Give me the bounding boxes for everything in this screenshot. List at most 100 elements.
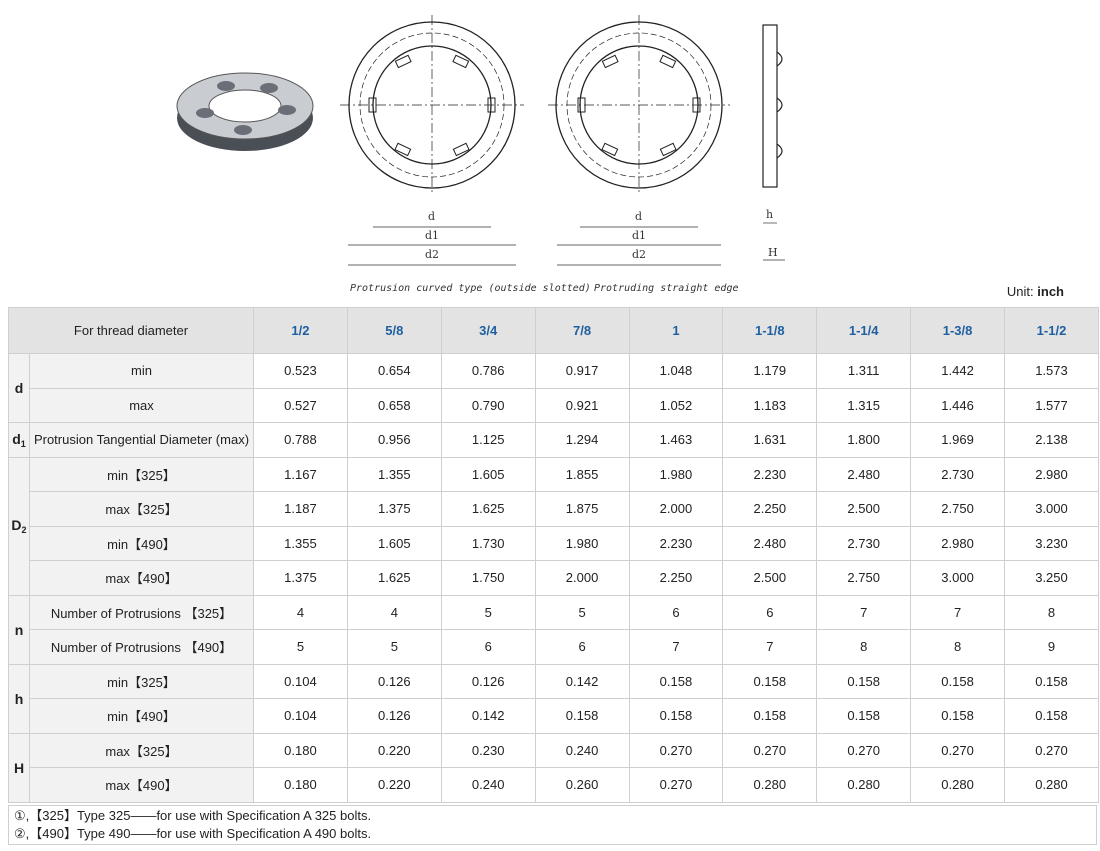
- value-cell: 0.523: [253, 353, 348, 389]
- value-cell: 0.280: [1004, 767, 1099, 803]
- value-cell: 8: [1004, 594, 1099, 630]
- row-label: min【325】: [29, 456, 254, 492]
- row-label: min: [29, 353, 254, 389]
- value-cell: 8: [816, 629, 912, 665]
- table-row: n Number of Protrusions 【325】 4 4 5 5 6 6 7 7 8: [8, 594, 1099, 665]
- table-row: min【490】 0.104 0.126 0.142 0.158 0.158 0.158 0.…: [9, 698, 1099, 734]
- caption-straight-type: Protruding straight edge: [594, 283, 739, 294]
- value-cell: 2.250: [722, 491, 818, 527]
- value-cell: 0.230: [440, 732, 536, 768]
- value-cell: 0.270: [628, 732, 724, 768]
- symbol-subscript: 2: [21, 525, 27, 535]
- value-cell: 1.625: [440, 491, 536, 527]
- value-cell: 0.260: [534, 767, 630, 803]
- dim-d1-label: d1: [425, 229, 439, 242]
- value-cell: 2.730: [816, 525, 912, 561]
- value-cell: 0.104: [253, 663, 348, 699]
- straight-type-front-view: [548, 15, 730, 195]
- value-cell: 5: [534, 594, 630, 630]
- table-row: max【325】 1.187 1.375 1.625 1.875 2.000 2.250 2.…: [9, 491, 1099, 527]
- value-cell: 1.980: [628, 456, 724, 492]
- value-cell: 1.183: [722, 387, 818, 423]
- table-row: max【490】 0.180 0.220 0.240 0.260 0.270 0.280 0.…: [9, 767, 1099, 803]
- value-cell: 1.969: [910, 422, 1005, 458]
- value-cell: 0.158: [816, 698, 912, 734]
- value-cell: 1.573: [1004, 353, 1099, 389]
- value-cell: 5: [346, 629, 442, 665]
- value-cell: 1.315: [816, 387, 912, 423]
- table-row: d1 Protrusion Tangential Diameter (max) 0.…: [8, 422, 1099, 458]
- value-cell: 0.280: [910, 767, 1005, 803]
- value-cell: 1.605: [346, 525, 442, 561]
- value-cell: 0.126: [440, 663, 536, 699]
- dim-H-label: H: [768, 246, 778, 259]
- header-size: 1-1/8: [722, 307, 818, 354]
- value-cell: 2.980: [1004, 456, 1099, 492]
- value-cell: 9: [1004, 629, 1099, 665]
- value-cell: 1.442: [910, 353, 1005, 389]
- value-cell: 2.230: [628, 525, 724, 561]
- value-cell: 1.463: [628, 422, 724, 458]
- value-cell: 0.158: [910, 663, 1005, 699]
- value-cell: 0.788: [253, 422, 348, 458]
- table-row: Hmax【325】 0.180 0.220 0.230 0.240 0.270 0.270 0…: [8, 732, 1099, 803]
- value-cell: 0.158: [722, 663, 818, 699]
- row-label: max【490】: [29, 560, 254, 596]
- unit-label: Unit: inch: [1007, 284, 1064, 299]
- value-cell: 3.000: [910, 560, 1005, 596]
- value-cell: 0.158: [816, 663, 912, 699]
- value-cell: 2.480: [722, 525, 818, 561]
- value-cell: 0.917: [534, 353, 630, 389]
- table-row: min【490】 1.355 1.605 1.730 1.980 2.230 2.480 2.…: [9, 525, 1099, 561]
- value-cell: 1.294: [534, 422, 630, 458]
- dimension-table: For thread diameter 1/2 5/8 3/4 7/8 1 1-1/8 1-1…: [8, 307, 1099, 803]
- header-size: 1: [628, 307, 724, 354]
- value-cell: 0.658: [346, 387, 442, 423]
- value-cell: 0.220: [346, 767, 442, 803]
- table-row: h min【325】 0.104 0.126 0.126 0.142 0.158 0.158 0…: [8, 663, 1099, 734]
- value-cell: 0.180: [253, 767, 348, 803]
- table-row: Number of Protrusions 【490】 5 5 6 6 7 7 8 8 9: [9, 629, 1099, 665]
- dimension-lines: [348, 222, 785, 266]
- table-body: For thread diameter 1/2 5/8 3/4 7/8 1 1-1/8 1-1…: [8, 307, 1099, 803]
- header-size: 3/4: [440, 307, 536, 354]
- value-cell: 1.311: [816, 353, 912, 389]
- footnote-1: ①,【325】Type 325——for use with Specificat…: [14, 808, 372, 823]
- value-cell: 5: [253, 629, 348, 665]
- header-size: 1-1/4: [816, 307, 912, 354]
- value-cell: 1.577: [1004, 387, 1099, 423]
- symbol-text: D: [11, 517, 22, 533]
- value-cell: 6: [628, 594, 724, 630]
- header-size: 1-1/2: [1004, 307, 1099, 354]
- footnotes: ①,【325】Type 325——for use with Specificat…: [8, 805, 1097, 845]
- value-cell: 1.730: [440, 525, 536, 561]
- value-cell: 1.048: [628, 353, 724, 389]
- value-cell: 1.855: [534, 456, 630, 492]
- value-cell: 1.750: [440, 560, 536, 596]
- value-cell: 0.280: [816, 767, 912, 803]
- value-cell: 7: [722, 629, 818, 665]
- value-cell: 1.375: [346, 491, 442, 527]
- row-label: min【325】: [29, 663, 254, 699]
- value-cell: 0.786: [440, 353, 536, 389]
- symbol-text: d: [14, 380, 24, 396]
- value-cell: 0.270: [816, 732, 912, 768]
- row-label: Number of Protrusions 【325】: [29, 594, 254, 630]
- value-cell: 1.446: [910, 387, 1005, 423]
- row-label: max【325】: [29, 732, 254, 768]
- value-cell: 2.480: [816, 456, 912, 492]
- symbol-cell: n: [8, 594, 30, 665]
- table-row: d min 0.523 0.654 0.786 0.917 1.048 1.179 1.311 1…: [8, 353, 1099, 423]
- header-thread-diameter: For thread diameter: [8, 307, 254, 354]
- value-cell: 0.158: [534, 698, 630, 734]
- value-cell: 2.500: [816, 491, 912, 527]
- value-cell: 1.187: [253, 491, 348, 527]
- value-cell: 3.250: [1004, 560, 1099, 596]
- value-cell: 1.167: [253, 456, 348, 492]
- header-size: 7/8: [534, 307, 630, 354]
- value-cell: 1.355: [253, 525, 348, 561]
- value-cell: 0.158: [628, 663, 724, 699]
- value-cell: 0.126: [346, 663, 442, 699]
- value-cell: 2.750: [910, 491, 1005, 527]
- value-cell: 8: [910, 629, 1005, 665]
